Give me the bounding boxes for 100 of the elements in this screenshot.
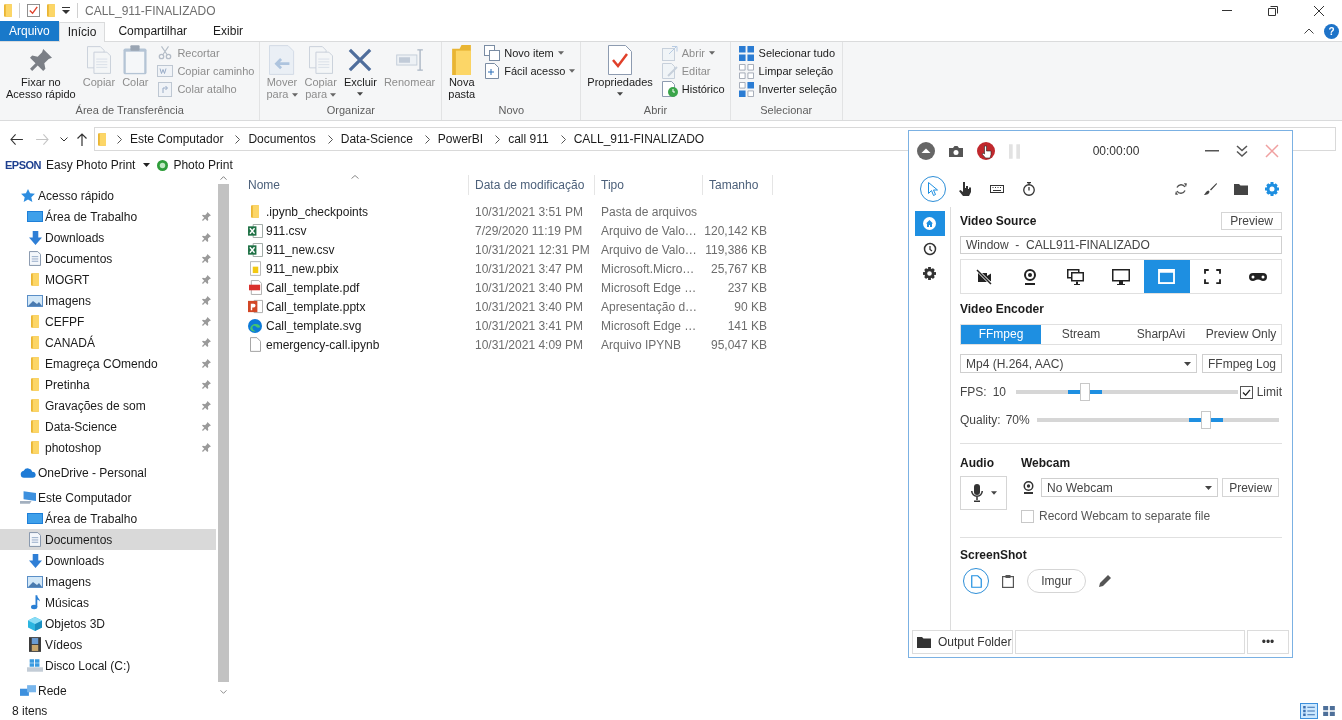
triangle-circle-icon[interactable]: [917, 142, 935, 160]
sidebar-item[interactable]: Imagens: [0, 290, 216, 311]
sidebar-item[interactable]: Vídeos: [0, 634, 216, 655]
preview-button[interactable]: Preview: [1221, 212, 1282, 230]
brush-icon[interactable]: [1204, 183, 1217, 195]
breadcrumb[interactable]: Documentos: [248, 130, 316, 148]
column-header[interactable]: Tamanho: [703, 175, 773, 195]
scrollbar-thumb[interactable]: [217, 184, 229, 682]
sidebar-item[interactable]: Este Computador: [0, 487, 216, 508]
ribbon-small-button[interactable]: Inverter seleção: [737, 80, 838, 98]
sidebar-item[interactable]: CEFPF: [0, 311, 216, 332]
chevron-right-icon[interactable]: [495, 134, 501, 144]
sidebar-item[interactable]: Objetos 3D: [0, 613, 216, 634]
pin-icon[interactable]: [202, 275, 211, 284]
file-row[interactable]: 911.csv 7/29/2020 11:19 PM Arquivo de Valo… 120,142 KB: [230, 221, 773, 240]
file-row[interactable]: 911_new.pbix 10/31/2021 3:47 PM Microsoft.Micro… 25,767 KB: [230, 259, 773, 278]
sidebar-item[interactable]: Emagreça COmendo: [0, 353, 216, 374]
pin-icon[interactable]: [202, 212, 211, 221]
file-row[interactable]: .ipynb_checkpoints 10/31/2021 3:51 PM Pasta de arquivos: [230, 202, 773, 221]
up-arrow-icon[interactable]: [77, 132, 87, 146]
ribbon-small-button[interactable]: Selecionar tudo: [737, 44, 838, 62]
checkbox[interactable]: [1239, 385, 1253, 399]
icons-view-button[interactable]: [1320, 703, 1338, 719]
back-arrow-icon[interactable]: [9, 133, 23, 145]
sidebar-item[interactable]: Imagens: [0, 571, 216, 592]
help-button[interactable]: ?: [1324, 23, 1339, 39]
chevron-right-icon[interactable]: [117, 134, 122, 144]
file-row[interactable]: emergency-call.ipynb 10/31/2021 4:09 PM Arquivo IPYNB 95,047 KB: [230, 335, 773, 354]
ribbon-tab[interactable]: Exibir: [200, 21, 257, 41]
pin-icon[interactable]: [202, 422, 211, 431]
ribbon-button[interactable]: Fixar no Acesso rápido: [4, 44, 78, 100]
pin-icon[interactable]: [202, 317, 211, 326]
settings-icon[interactable]: [1265, 182, 1279, 196]
pin-icon[interactable]: [202, 380, 211, 389]
pin-icon[interactable]: [202, 233, 211, 242]
chevron-right-icon[interactable]: [327, 134, 333, 144]
chevron-right-icon[interactable]: [235, 134, 241, 144]
audio-button[interactable]: [960, 476, 1007, 510]
more-button[interactable]: •••: [1247, 630, 1289, 654]
sidebar-item[interactable]: photoshop: [0, 437, 216, 458]
chevron-right-icon[interactable]: [424, 134, 430, 144]
slider-thumb[interactable]: [1201, 411, 1212, 429]
output-folder-field[interactable]: [1015, 630, 1245, 654]
toolbar-button[interactable]: Easy Photo Print: [46, 156, 151, 174]
chevron-up-icon[interactable]: [1304, 28, 1314, 34]
sidebar-item[interactable]: Documentos: [0, 529, 216, 550]
pin-icon[interactable]: [202, 338, 211, 347]
close-icon[interactable]: [1314, 5, 1324, 16]
properties-icon[interactable]: [27, 4, 40, 17]
slider[interactable]: [1016, 383, 1239, 401]
sidebar-item[interactable]: Downloads: [0, 227, 216, 248]
breadcrumb[interactable]: call 911: [508, 130, 549, 148]
preview-button[interactable]: Preview: [1222, 478, 1279, 497]
file-row[interactable]: 911_new.csv 10/31/2021 12:31 PM Arquivo de Valo… 119,386 KB: [230, 240, 773, 259]
folder-icon[interactable]: [1234, 183, 1248, 195]
source-field[interactable]: Window - CALL911-FINALIZADO: [960, 236, 1282, 254]
sidebar-item[interactable]: Documentos: [0, 248, 216, 269]
pin-icon[interactable]: [202, 401, 211, 410]
camera-icon[interactable]: [949, 145, 963, 157]
sidebar-item[interactable]: Área de Trabalho: [0, 206, 216, 227]
breadcrumb[interactable]: Data-Science: [340, 130, 413, 148]
ribbon-button[interactable]: Nova pasta: [446, 44, 478, 100]
minimize-icon[interactable]: [1205, 150, 1219, 152]
pin-icon[interactable]: [202, 296, 211, 305]
sidebar-item[interactable]: Pretinha: [0, 374, 216, 395]
sidebar-item[interactable]: Acesso rápido: [0, 185, 216, 206]
chevron-right-icon[interactable]: [560, 134, 566, 144]
file-row[interactable]: Call_template.pptx 10/31/2021 3:40 PM Apresentação d… 90 KB: [230, 297, 773, 316]
chevron-down-icon[interactable]: [60, 136, 68, 142]
pin-icon[interactable]: [202, 359, 211, 368]
output-folder-button[interactable]: Output Folder: [912, 630, 1013, 654]
pin-icon[interactable]: [202, 443, 211, 452]
ribbon-button[interactable]: Propriedades: [585, 44, 655, 96]
file-row[interactable]: Call_template.pdf 10/31/2021 3:40 PM Microsoft Edge … 237 KB: [230, 278, 773, 297]
sidebar-item[interactable]: Disco Local (C:): [0, 655, 216, 676]
column-header[interactable]: Tipo: [595, 175, 703, 195]
sidebar-item[interactable]: Downloads: [0, 550, 216, 571]
breadcrumb[interactable]: PowerBI: [437, 130, 484, 148]
refresh-icon[interactable]: [1175, 183, 1187, 195]
ribbon-tab[interactable]: Início: [58, 22, 106, 42]
ribbon-tab[interactable]: Arquivo: [0, 21, 59, 41]
column-header[interactable]: Nome: [230, 175, 469, 195]
customize-caret-icon[interactable]: [62, 7, 70, 14]
ribbon-tab[interactable]: Compartilhar: [105, 21, 201, 41]
log-button[interactable]: FFmpeg Log: [1202, 354, 1282, 373]
ribbon-small-button[interactable]: Novo item: [483, 44, 577, 62]
breadcrumb[interactable]: CALL_911-FINALIZADO: [573, 130, 705, 148]
restore-icon[interactable]: [1268, 5, 1278, 16]
record-icon[interactable]: [977, 142, 995, 160]
format-dropdown[interactable]: Mp4 (H.264, AAC): [960, 354, 1197, 373]
column-header[interactable]: Data de modificação: [469, 175, 595, 195]
ribbon-small-button[interactable]: Limpar seleção: [737, 62, 838, 80]
webcam-dropdown[interactable]: No Webcam: [1041, 478, 1218, 497]
slider[interactable]: [1036, 411, 1279, 429]
sidebar-item[interactable]: CANADÁ: [0, 332, 216, 353]
sidebar-item[interactable]: Gravações de som: [0, 395, 216, 416]
slider-thumb[interactable]: [1079, 383, 1090, 401]
sidebar-item[interactable]: Rede: [0, 680, 216, 701]
sidebar-item[interactable]: Data-Science: [0, 416, 216, 437]
ribbon-small-button[interactable]: Fácil acesso: [483, 62, 577, 80]
